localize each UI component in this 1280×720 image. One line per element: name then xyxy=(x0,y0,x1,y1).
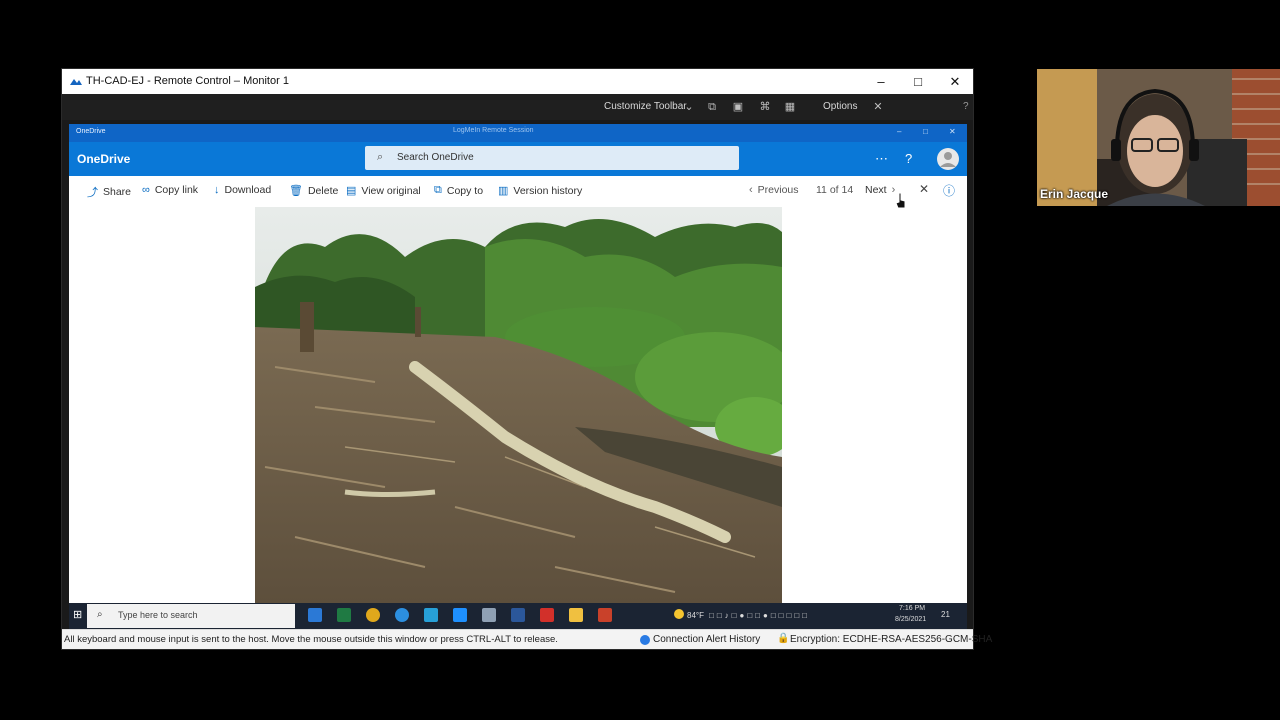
search-icon: ⌕ xyxy=(97,609,103,620)
monitor-icon[interactable]: ▣ xyxy=(731,100,745,114)
onedrive-caption-title: OneDrive xyxy=(76,128,106,135)
copy-link-button[interactable]: ∞ Copy link xyxy=(142,184,198,196)
encryption-info: Encryption: ECDHE-RSA-AES256-GCM-SHA xyxy=(790,634,993,645)
photo-counter: 11 of 14 xyxy=(816,184,854,196)
od-close-button[interactable]: ✕ xyxy=(949,127,956,136)
remote-desktop-view[interactable]: OneDrive LogMeIn Remote Session – □ ✕ On… xyxy=(62,120,973,629)
word-app-icon[interactable] xyxy=(511,608,525,622)
download-icon: ↓ xyxy=(214,184,220,196)
share-label: Share xyxy=(103,186,132,198)
chevron-down-icon[interactable]: ⌄ xyxy=(682,100,696,114)
taskbar-time[interactable]: 7:16 PM xyxy=(899,605,925,612)
edge-app-icon[interactable] xyxy=(395,608,409,622)
remote-window-titlebar[interactable]: TH-CAD-EJ - Remote Control – Monitor 1 –… xyxy=(62,69,973,94)
options-button[interactable]: Options xyxy=(823,101,857,112)
minimize-button[interactable]: – xyxy=(863,71,899,92)
history-icon: ▥ xyxy=(498,185,509,197)
info-icon[interactable]: ⓘ xyxy=(943,182,955,199)
taskbar-search-placeholder: Type here to search xyxy=(118,610,198,620)
participant-name: Erin Jacque xyxy=(1040,187,1109,201)
photo-viewer xyxy=(69,207,967,603)
copy-to-button[interactable]: ⧉ Copy to xyxy=(434,184,483,197)
settings-app-icon[interactable] xyxy=(482,608,496,622)
download-label: Download xyxy=(224,184,272,196)
share-icon: ⤴ xyxy=(87,187,98,199)
taskbar-date[interactable]: 8/25/2021 xyxy=(895,616,926,623)
weather-temp[interactable]: 84°F xyxy=(687,611,704,620)
avatar[interactable] xyxy=(937,148,959,170)
onedrive-window-caption[interactable]: OneDrive LogMeIn Remote Session – □ ✕ xyxy=(69,124,967,142)
info-icon xyxy=(640,635,650,645)
delete-label: Delete xyxy=(307,184,339,197)
sun-weather-icon[interactable] xyxy=(674,609,684,619)
close-button[interactable]: ✕ xyxy=(937,71,973,92)
acrobat-app-icon[interactable] xyxy=(540,608,554,622)
delete-button[interactable]: 🗑 Delete xyxy=(289,184,339,198)
logmein-logo-icon xyxy=(70,79,82,85)
chevron-left-icon: ‹ xyxy=(749,184,753,196)
remote-control-window: TH-CAD-EJ - Remote Control – Monitor 1 –… xyxy=(61,68,992,650)
image-icon: ▤ xyxy=(346,185,357,197)
lock-icon: 🔒 xyxy=(777,633,790,644)
customize-toolbar-button[interactable]: Customize Toolbar xyxy=(604,101,687,112)
windows-start-icon[interactable]: ⊞ xyxy=(73,608,82,621)
maximize-button[interactable]: □ xyxy=(900,71,936,92)
copy-icon: ⧉ xyxy=(434,184,442,196)
windows-taskbar: ⊞ ⌕ Type here to search 84°F □□♪□●□□●□□□… xyxy=(69,603,967,629)
remote-status-bar: All keyboard and mouse input is sent to … xyxy=(62,629,992,649)
copy-to-label: Copy to xyxy=(446,184,484,197)
remote-toolbar: Customize Toolbar ⌄ ⧉ ▣ ⌘ ▦ Options ✕ ? xyxy=(62,94,973,120)
link-icon: ∞ xyxy=(142,184,150,196)
od-maximize-button[interactable]: □ xyxy=(923,127,928,136)
onedrive-app-icon[interactable] xyxy=(453,608,467,622)
previous-label: Previous xyxy=(757,184,799,196)
system-tray-icons[interactable]: □□♪□●□□●□□□□□ xyxy=(709,611,810,620)
help-button[interactable]: ? xyxy=(963,101,969,112)
connection-alert-history-link[interactable]: Connection Alert History xyxy=(653,634,760,645)
view-original-button[interactable]: ▤ View original xyxy=(346,184,421,198)
excel-app-icon[interactable] xyxy=(337,608,351,622)
powerpoint-app-icon[interactable] xyxy=(598,608,612,622)
next-label: Next xyxy=(865,184,887,196)
version-history-label: Version history xyxy=(513,184,583,197)
tools-icon[interactable]: ▦ xyxy=(783,100,797,114)
onedrive-brand[interactable]: OneDrive xyxy=(77,152,130,166)
remote-session-label: LogMeIn Remote Session xyxy=(453,127,534,134)
previous-button[interactable]: ‹ Previous xyxy=(749,184,799,196)
mute-icon[interactable]: ✕ xyxy=(871,100,885,114)
version-history-button[interactable]: ▥ Version history xyxy=(498,184,583,198)
search-placeholder: Search OneDrive xyxy=(397,152,474,163)
photo-image[interactable] xyxy=(255,207,782,603)
download-button[interactable]: ↓ Download xyxy=(214,184,271,196)
close-viewer-icon[interactable]: ✕ xyxy=(919,182,929,196)
od-minimize-button[interactable]: – xyxy=(897,127,901,136)
webcam-feed: Erin Jacque xyxy=(1037,69,1280,206)
more-options-icon[interactable]: ⋯ xyxy=(875,151,888,167)
store-app-icon[interactable] xyxy=(424,608,438,622)
window-title: TH-CAD-EJ - Remote Control – Monitor 1 xyxy=(86,75,289,87)
chrome-app-icon[interactable] xyxy=(366,608,380,622)
input-capture-message: All keyboard and mouse input is sent to … xyxy=(64,634,558,645)
notifications-badge[interactable]: 21 xyxy=(941,610,950,619)
next-button[interactable]: Next › xyxy=(865,184,895,196)
participant-video xyxy=(1037,69,1280,206)
view-original-label: View original xyxy=(361,184,421,197)
copy-link-label: Copy link xyxy=(154,184,199,196)
trash-icon: 🗑 xyxy=(289,185,303,197)
outlook-app-icon[interactable] xyxy=(308,608,322,622)
onedrive-command-bar: ⤴ Share ∞ Copy link ↓ Download 🗑 Delete ▤ Vie… xyxy=(69,176,967,207)
share-button[interactable]: ⤴ Share xyxy=(87,184,131,200)
taskbar-search-input[interactable]: ⌕ Type here to search xyxy=(87,604,295,628)
search-icon: ⌕ xyxy=(377,151,384,163)
share-nodes-icon[interactable]: ⌘ xyxy=(758,100,772,114)
hand-cursor-icon xyxy=(895,192,906,209)
search-input[interactable]: ⌕ Search OneDrive xyxy=(365,146,739,170)
copy-monitor-icon[interactable]: ⧉ xyxy=(705,100,719,114)
onedrive-header: OneDrive ⌕ Search OneDrive ⋯ ? xyxy=(69,142,967,176)
file-explorer-app-icon[interactable] xyxy=(569,608,583,622)
help-icon[interactable]: ? xyxy=(905,151,912,166)
